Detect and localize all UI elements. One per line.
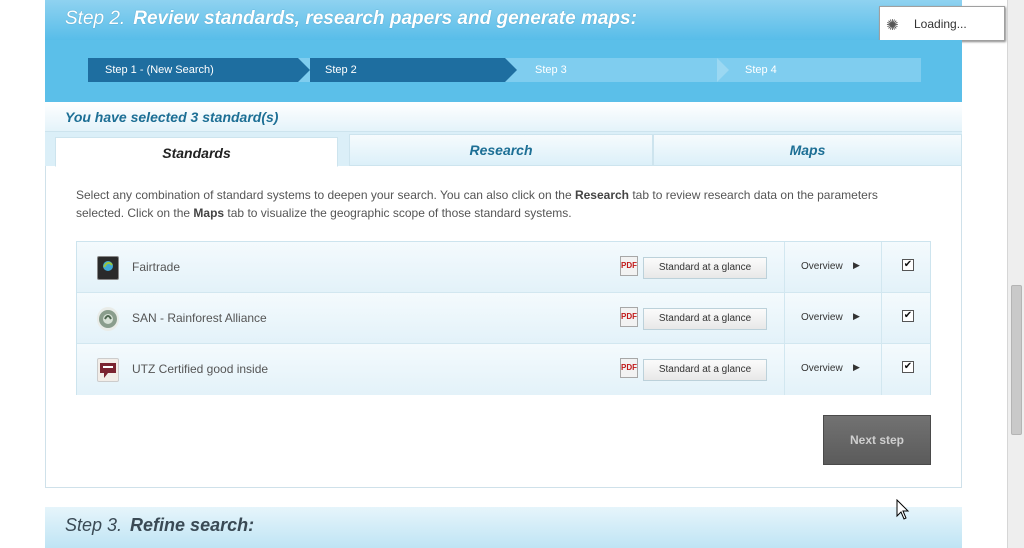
column-divider (881, 293, 882, 344)
tab-standards[interactable]: Standards (55, 137, 338, 167)
tab-maps-label: Maps (789, 142, 826, 158)
utz-logo (97, 358, 119, 382)
column-divider (784, 293, 785, 344)
column-divider (784, 242, 785, 293)
selection-summary: You have selected 3 standard(s) (45, 102, 962, 132)
standard-name: UTZ Certified good inside (132, 362, 269, 376)
overview-link[interactable]: Overview (801, 363, 843, 374)
step2-header: Step 2. Review standards, research papers… (45, 0, 962, 40)
wizard-step-3[interactable]: Step 3 (517, 58, 717, 82)
pdf-icon[interactable]: PDF (620, 307, 638, 327)
standard-at-a-glance-button[interactable]: Standard at a glance (643, 359, 767, 381)
column-divider (881, 242, 882, 293)
wizard-step-3-label: Step 3 (535, 64, 567, 76)
wizard-step-4[interactable]: Step 4 (729, 58, 921, 82)
description-text-1: Select any combination of standard syste… (76, 188, 575, 202)
wizard-step-1-label: Step 1 - (New Search) (105, 64, 214, 76)
pdf-icon[interactable]: PDF (620, 358, 638, 378)
tab-standards-label: Standards (162, 145, 231, 161)
chevron-right-icon[interactable]: ▶ (853, 260, 860, 271)
description-research-word: Research (574, 188, 630, 202)
wizard-step-2-arrow (505, 58, 517, 82)
overview-link[interactable]: Overview (801, 261, 843, 272)
tab-research-label: Research (469, 142, 533, 158)
loading-label: Loading... (914, 17, 967, 31)
standards-table: Fairtrade PDF Standard at a glance Overv… (76, 241, 931, 395)
step3-title: Step 3. Refine search: (65, 515, 254, 536)
fairtrade-logo (97, 256, 119, 280)
step2-number: Step 2. (65, 8, 126, 29)
tab-description: Select any combination of standard syste… (76, 186, 916, 222)
next-step-button[interactable]: Next step (823, 415, 931, 465)
standard-checkbox[interactable]: ✔ (902, 361, 914, 373)
standard-name: Fairtrade (132, 260, 181, 274)
standard-row-utz: UTZ Certified good inside PDF Standard a… (77, 344, 930, 395)
mouse-cursor-icon (896, 499, 910, 520)
standard-at-a-glance-button[interactable]: Standard at a glance (643, 257, 767, 279)
page-scrollbar[interactable] (1007, 0, 1024, 548)
column-divider (784, 344, 785, 395)
wizard-step-2[interactable]: Step 2 (310, 58, 505, 82)
wizard-step-1[interactable]: Step 1 - (New Search) (88, 58, 298, 82)
description-text-3: tab to visualize the geographic scope of… (224, 206, 572, 220)
step3-number: Step 3. (65, 515, 123, 535)
chevron-right-icon[interactable]: ▶ (853, 362, 860, 373)
column-divider (881, 344, 882, 395)
step2-title: Step 2. Review standards, research papers… (65, 8, 637, 30)
step2-title-text: Review standards, research papers and ge… (133, 8, 637, 29)
step3-title-text: Refine search: (130, 515, 255, 535)
next-step-label: Next step (849, 433, 905, 447)
rainforest-alliance-logo (97, 307, 119, 331)
wizard-step-2-label: Step 2 (325, 64, 357, 76)
standard-checkbox[interactable]: ✔ (902, 259, 914, 271)
spinner-icon: ✺ (886, 17, 899, 34)
overview-link[interactable]: Overview (801, 312, 843, 323)
standard-row-fairtrade: Fairtrade PDF Standard at a glance Overv… (77, 242, 930, 293)
standard-checkbox[interactable]: ✔ (902, 310, 914, 322)
pdf-icon[interactable]: PDF (620, 256, 638, 276)
wizard-step-3-arrow (717, 58, 729, 82)
tab-research[interactable]: Research (349, 134, 653, 166)
wizard-step-4-label: Step 4 (745, 64, 777, 76)
description-maps-word: Maps (193, 206, 225, 220)
selection-summary-text: You have selected 3 standard(s) (65, 109, 279, 125)
scrollbar-thumb[interactable] (1011, 285, 1022, 435)
standard-name: SAN - Rainforest Alliance (132, 311, 267, 325)
tab-maps[interactable]: Maps (653, 134, 962, 166)
standard-row-rainforest-alliance: SAN - Rainforest Alliance PDF Standard a… (77, 293, 930, 344)
step3-header[interactable]: Step 3. Refine search: (45, 507, 962, 548)
chevron-right-icon[interactable]: ▶ (853, 311, 860, 322)
wizard-step-1-arrow (298, 58, 310, 82)
standard-at-a-glance-button[interactable]: Standard at a glance (643, 308, 767, 330)
loading-indicator: ✺ Loading... (879, 6, 1005, 41)
